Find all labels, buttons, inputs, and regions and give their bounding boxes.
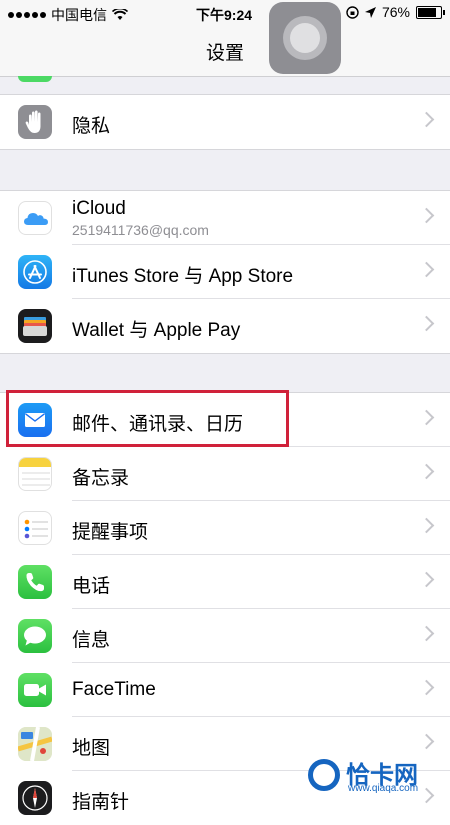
settings-row-label: iCloud (72, 198, 126, 219)
signal-icon (8, 12, 46, 18)
settings-row-label: 信息 (72, 630, 111, 651)
chevron-right-icon (418, 409, 435, 426)
settings-row-phone[interactable]: 电话 (0, 555, 450, 609)
reminders-icon (18, 511, 52, 545)
settings-row-facetime[interactable]: FaceTime (0, 663, 450, 717)
assistive-touch-button[interactable] (269, 2, 341, 74)
page-title: 设置 (205, 43, 244, 64)
partial-settings-icon (18, 76, 52, 82)
settings-group-accounts: iCloud 2519411736@qq.com iTunes Store 与 … (0, 190, 450, 354)
settings-row-label: 隐私 (72, 116, 111, 137)
settings-row-reminders[interactable]: 提醒事项 (0, 501, 450, 555)
chevron-right-icon (418, 261, 435, 278)
settings-row-label: 地图 (72, 738, 111, 759)
app-store-icon (18, 255, 52, 289)
watermark-url: www.qiaqa.com (348, 783, 419, 794)
settings-row-label: 指南针 (72, 792, 130, 813)
chevron-right-icon (418, 111, 435, 128)
compass-icon (18, 781, 52, 815)
status-bar: 中国电信 下午9:24 76% (0, 0, 450, 26)
cloud-icon (18, 201, 52, 235)
facetime-icon (18, 673, 52, 707)
settings-row-label: 备忘录 (72, 468, 130, 489)
settings-row-label: 电话 (72, 576, 111, 597)
chevron-right-icon (418, 463, 435, 480)
settings-row-label: iTunes Store 与 App Store (72, 266, 294, 287)
settings-row-privacy[interactable]: 隐私 (0, 95, 450, 149)
watermark: 恰卡网 www.qiaqa.com (300, 755, 448, 800)
hand-icon (18, 105, 52, 139)
nav-bar: 设置 (0, 26, 450, 82)
watermark-logo-icon (308, 759, 340, 791)
chevron-right-icon (418, 625, 435, 642)
highlight-box (6, 390, 289, 447)
settings-row-label: 提醒事项 (72, 522, 149, 543)
maps-icon (18, 727, 52, 761)
chevron-right-icon (418, 679, 435, 696)
settings-group-privacy: 隐私 (0, 94, 450, 150)
battery-percent: 76% (381, 4, 410, 20)
settings-row-messages[interactable]: 信息 (0, 609, 450, 663)
settings-row-notes[interactable]: 备忘录 (0, 447, 450, 501)
messages-icon (18, 619, 52, 653)
wifi-icon (112, 9, 128, 20)
status-time: 下午9:24 (196, 7, 253, 23)
settings-row-label: Wallet 与 Apple Pay (72, 320, 241, 341)
rotation-lock-icon (346, 5, 359, 19)
notes-icon (18, 457, 52, 491)
chevron-right-icon (418, 571, 435, 588)
settings-row-sublabel: 2519411736@qq.com (72, 222, 209, 238)
settings-row-icloud[interactable]: iCloud 2519411736@qq.com (0, 191, 450, 245)
chevron-right-icon (418, 517, 435, 534)
chevron-right-icon (418, 315, 435, 332)
carrier-label: 中国电信 (51, 7, 107, 23)
settings-row-wallet[interactable]: Wallet 与 Apple Pay (0, 299, 450, 353)
settings-row-itunes-app-store[interactable]: iTunes Store 与 App Store (0, 245, 450, 299)
phone-icon (18, 565, 52, 599)
chevron-right-icon (418, 733, 435, 750)
wallet-icon (18, 309, 52, 343)
settings-row-label: FaceTime (72, 679, 156, 700)
chevron-right-icon (418, 207, 435, 224)
battery-icon (416, 5, 445, 19)
location-icon (364, 6, 376, 18)
